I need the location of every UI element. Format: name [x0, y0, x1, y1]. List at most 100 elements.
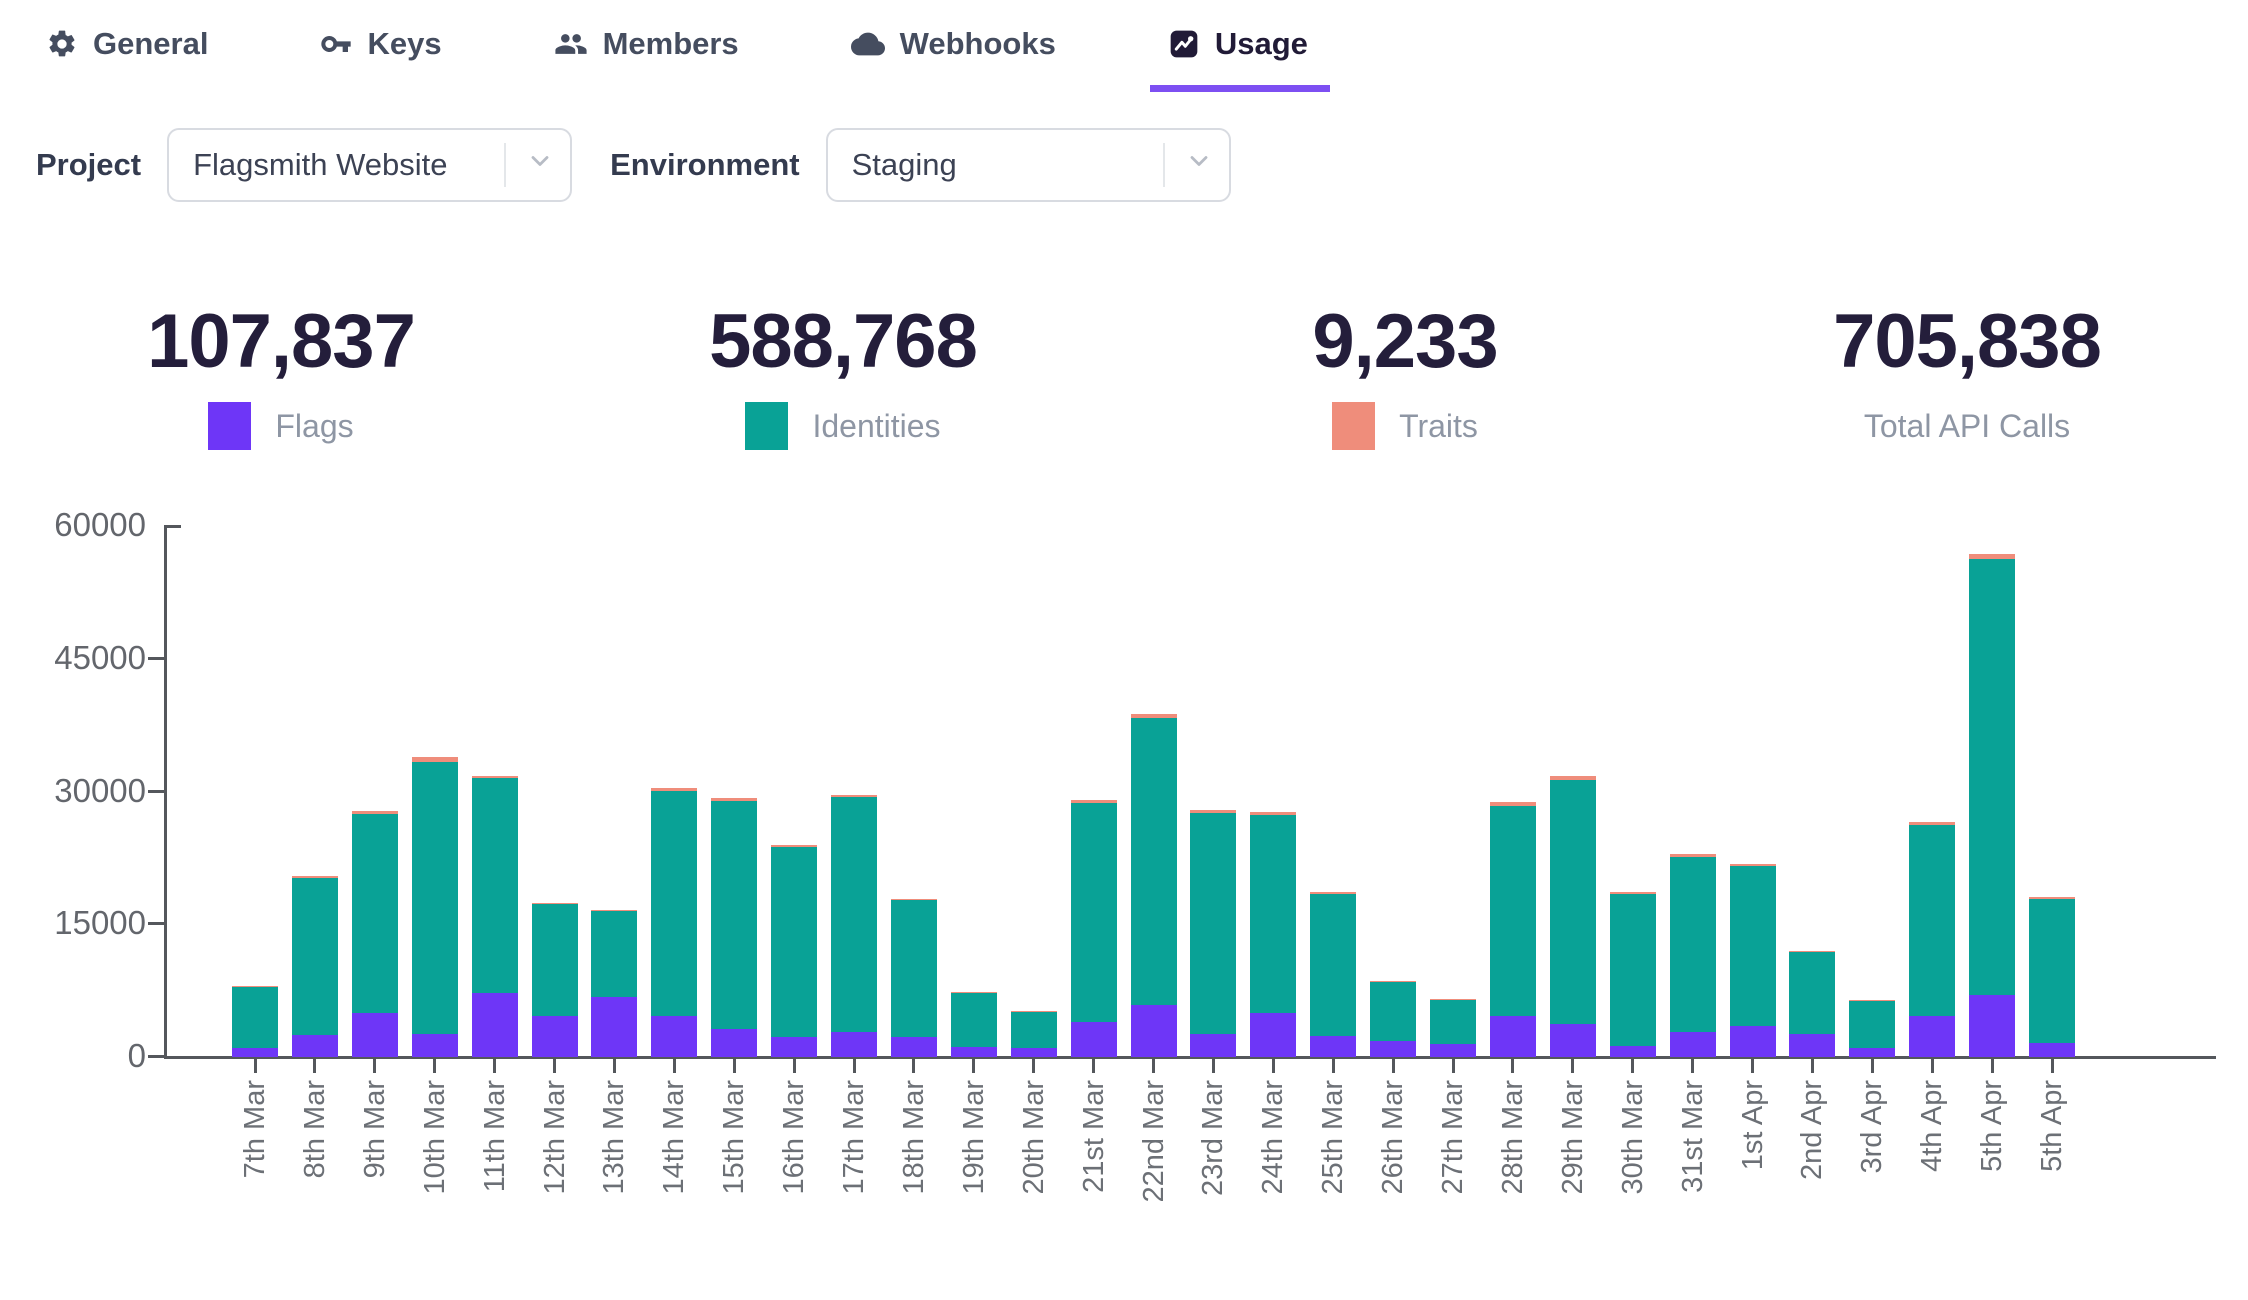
bar-segment-traits[interactable]	[1670, 854, 1716, 856]
bar-segment-flags[interactable]	[591, 997, 637, 1057]
bar-segment-traits[interactable]	[1490, 802, 1536, 806]
bar-segment-traits[interactable]	[472, 776, 518, 779]
x-tick-label: 20th Mar	[1019, 1080, 1049, 1300]
bar-segment-identities[interactable]	[1370, 981, 1416, 1041]
bar-segment-flags[interactable]	[651, 1016, 697, 1057]
bar-segment-traits[interactable]	[352, 811, 398, 814]
x-tick-mark	[1511, 1059, 1514, 1073]
bar-segment-identities[interactable]	[1789, 952, 1835, 1034]
bar-segment-identities[interactable]	[1610, 894, 1656, 1047]
bar-segment-identities[interactable]	[1849, 1001, 1895, 1048]
x-tick-mark	[313, 1059, 316, 1073]
bar-segment-flags[interactable]	[472, 993, 518, 1057]
bar-segment-identities[interactable]	[292, 878, 338, 1035]
x-tick-label: 17th Mar	[839, 1080, 869, 1300]
bar-segment-traits[interactable]	[1071, 800, 1117, 803]
bar-segment-flags[interactable]	[292, 1035, 338, 1057]
x-tick-label: 14th Mar	[659, 1080, 689, 1300]
bar-segment-traits[interactable]	[891, 899, 937, 900]
bar-segment-identities[interactable]	[1310, 894, 1356, 1036]
bar-segment-identities[interactable]	[1909, 825, 1955, 1016]
bar-segment-identities[interactable]	[1131, 718, 1177, 1005]
bar-segment-traits[interactable]	[1789, 951, 1835, 952]
bar-segment-traits[interactable]	[1909, 822, 1955, 825]
bar-segment-identities[interactable]	[1490, 806, 1536, 1017]
bar-segment-traits[interactable]	[1730, 864, 1776, 866]
bar-segment-identities[interactable]	[771, 847, 817, 1036]
bar-segment-identities[interactable]	[472, 778, 518, 993]
bar-segment-traits[interactable]	[1131, 714, 1177, 718]
bar-segment-flags[interactable]	[1430, 1044, 1476, 1057]
bar-segment-identities[interactable]	[1670, 857, 1716, 1033]
bar-segment-identities[interactable]	[831, 797, 877, 1032]
x-tick-mark	[433, 1059, 436, 1073]
bar-segment-flags[interactable]	[1011, 1048, 1057, 1057]
bar-segment-flags[interactable]	[1550, 1024, 1596, 1057]
bar-segment-identities[interactable]	[352, 814, 398, 1013]
bar-segment-flags[interactable]	[1969, 995, 2015, 1057]
bar-segment-traits[interactable]	[831, 795, 877, 797]
bar-segment-flags[interactable]	[1370, 1041, 1416, 1057]
bar-segment-identities[interactable]	[412, 762, 458, 1034]
bar-segment-traits[interactable]	[1310, 892, 1356, 894]
x-tick-label: 25th Mar	[1318, 1080, 1348, 1300]
bar-segment-flags[interactable]	[1789, 1034, 1835, 1057]
bar-segment-traits[interactable]	[1190, 810, 1236, 813]
bar-segment-traits[interactable]	[1610, 892, 1656, 893]
bar-segment-flags[interactable]	[711, 1029, 757, 1057]
bar-segment-identities[interactable]	[591, 911, 637, 997]
x-tick-label: 13th Mar	[599, 1080, 629, 1300]
bar-segment-flags[interactable]	[352, 1013, 398, 1057]
bar-segment-identities[interactable]	[1430, 999, 1476, 1044]
bar-segment-traits[interactable]	[1550, 776, 1596, 780]
bar-segment-flags[interactable]	[771, 1037, 817, 1057]
bar-segment-flags[interactable]	[891, 1037, 937, 1057]
bar-segment-flags[interactable]	[951, 1047, 997, 1057]
bar-segment-flags[interactable]	[532, 1016, 578, 1057]
bar-segment-flags[interactable]	[1490, 1016, 1536, 1057]
bar-segment-traits[interactable]	[711, 798, 757, 802]
x-tick-mark	[1691, 1059, 1694, 1073]
bar-segment-traits[interactable]	[591, 910, 637, 911]
x-tick-label: 5th Apr	[2037, 1080, 2067, 1300]
bar-segment-flags[interactable]	[1310, 1036, 1356, 1057]
bar-segment-traits[interactable]	[651, 788, 697, 791]
bar-segment-flags[interactable]	[1730, 1026, 1776, 1057]
bar-segment-flags[interactable]	[1131, 1005, 1177, 1057]
bar-segment-identities[interactable]	[711, 801, 757, 1028]
bar-segment-traits[interactable]	[412, 757, 458, 762]
bar-segment-traits[interactable]	[532, 903, 578, 904]
bar-segment-flags[interactable]	[412, 1034, 458, 1057]
bar-segment-flags[interactable]	[1250, 1013, 1296, 1057]
bar-segment-flags[interactable]	[1071, 1022, 1117, 1057]
bar-segment-identities[interactable]	[1190, 813, 1236, 1034]
bar-segment-flags[interactable]	[1849, 1048, 1895, 1057]
bar-segment-identities[interactable]	[891, 899, 937, 1036]
bar-segment-identities[interactable]	[1250, 815, 1296, 1013]
bar-segment-identities[interactable]	[232, 987, 278, 1048]
bar-segment-traits[interactable]	[2029, 897, 2075, 899]
bar-segment-flags[interactable]	[1670, 1032, 1716, 1057]
bar-segment-traits[interactable]	[1969, 554, 2015, 559]
bar-segment-traits[interactable]	[292, 876, 338, 878]
bar-segment-identities[interactable]	[1969, 559, 2015, 995]
bar-segment-identities[interactable]	[532, 904, 578, 1016]
bar-segment-flags[interactable]	[1909, 1016, 1955, 1057]
bar-segment-flags[interactable]	[2029, 1043, 2075, 1057]
bar-segment-identities[interactable]	[651, 791, 697, 1016]
bar-segment-traits[interactable]	[1250, 812, 1296, 815]
bar-segment-identities[interactable]	[2029, 899, 2075, 1043]
bar-segment-traits[interactable]	[771, 845, 817, 848]
bar-segment-traits[interactable]	[232, 986, 278, 987]
x-tick-mark	[1212, 1059, 1215, 1073]
x-tick-mark	[613, 1059, 616, 1073]
bar-segment-identities[interactable]	[1011, 1011, 1057, 1048]
bar-segment-identities[interactable]	[1071, 803, 1117, 1022]
bar-segment-flags[interactable]	[1610, 1046, 1656, 1057]
bar-segment-flags[interactable]	[1190, 1034, 1236, 1057]
bar-segment-identities[interactable]	[1730, 866, 1776, 1026]
bar-segment-identities[interactable]	[951, 993, 997, 1047]
bar-segment-flags[interactable]	[232, 1048, 278, 1057]
bar-segment-flags[interactable]	[831, 1032, 877, 1057]
bar-segment-identities[interactable]	[1550, 780, 1596, 1025]
